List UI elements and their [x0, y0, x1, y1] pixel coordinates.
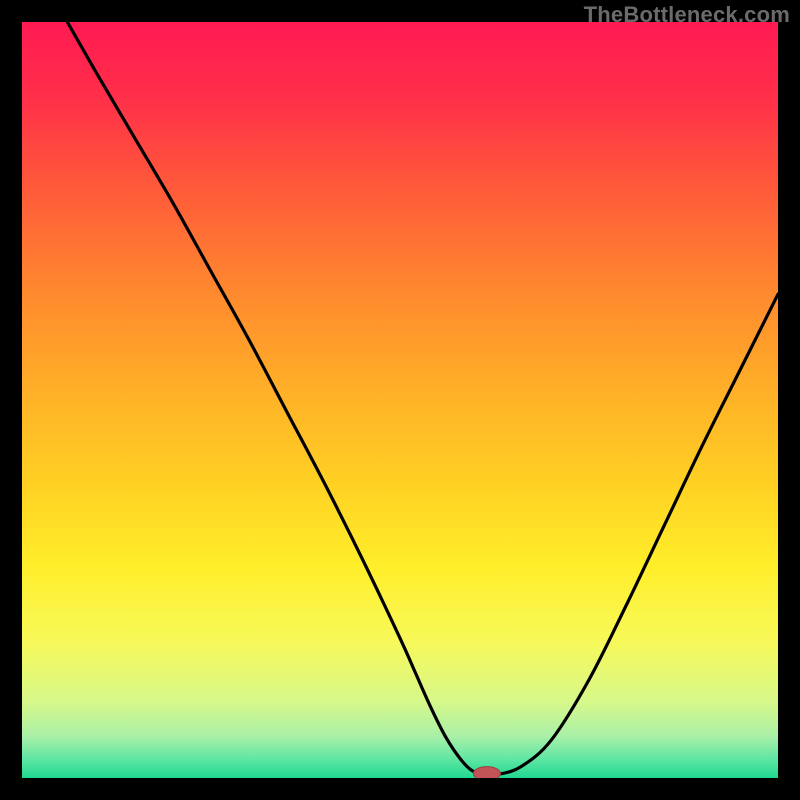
chart-frame: TheBottleneck.com [0, 0, 800, 800]
gradient-background [22, 22, 778, 778]
bottleneck-chart [22, 22, 778, 778]
optimal-point-marker [473, 767, 500, 778]
plot-area [22, 22, 778, 778]
